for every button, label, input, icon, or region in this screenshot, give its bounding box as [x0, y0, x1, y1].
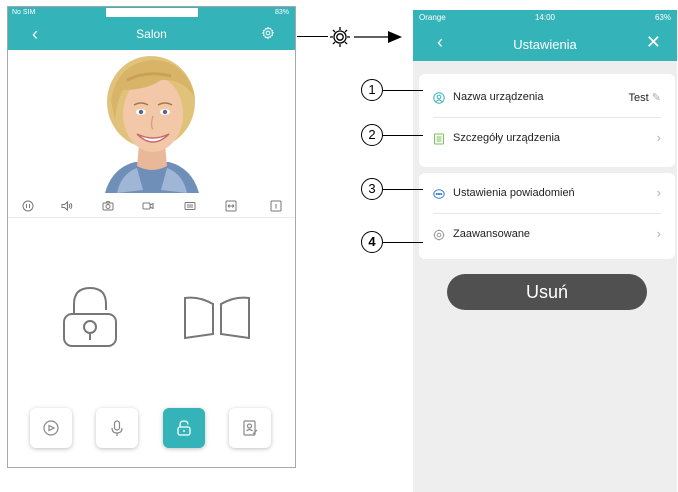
chevron-right-icon: › [656, 185, 661, 200]
pencil-icon: ✎ [651, 92, 661, 104]
resize-icon[interactable] [225, 200, 237, 212]
intercom-screen: No SIM 83% ‹ Salon [7, 6, 296, 468]
video-toolbar [8, 196, 295, 218]
document-icon [434, 133, 444, 145]
speaker-icon[interactable] [61, 200, 73, 212]
page-title: Salon [136, 27, 167, 41]
settings-row-device-name[interactable]: Nazwa urządzenia Test ✎ [419, 79, 675, 117]
contact-edit-icon [243, 420, 258, 436]
battery-label: 83% [274, 9, 289, 16]
callout-line [383, 135, 423, 136]
chevron-right-icon: › [656, 226, 661, 241]
gate-icon[interactable] [183, 294, 251, 342]
lock-open-icon [177, 420, 191, 436]
settings-row-notifications[interactable]: Ustawienia powiadomień › [419, 175, 675, 213]
status-bar: No SIM 83% [8, 7, 295, 19]
arrow-right-icon [354, 31, 402, 43]
contact-edit-button[interactable] [229, 408, 271, 448]
unlock-icon[interactable] [60, 284, 120, 348]
pause-icon[interactable] [22, 200, 34, 212]
unlock-button[interactable] [163, 408, 205, 448]
row-label: Zaawansowane [453, 228, 531, 240]
video-feed[interactable] [8, 50, 295, 193]
microphone-icon [111, 420, 123, 436]
status-bar: Orange 14:00 63% [413, 10, 677, 26]
settings-gear-icon [330, 27, 350, 47]
device-card: Nazwa urządzenia Test ✎ Szczegóły urządz… [419, 74, 675, 167]
view-button[interactable] [30, 408, 72, 448]
clock-label: 14:00 [534, 13, 556, 22]
battery-label: 63% [654, 13, 671, 22]
film-icon[interactable] [184, 200, 196, 212]
eye-icon [43, 420, 59, 436]
visitor-photo [86, 50, 217, 193]
divider [433, 213, 661, 214]
nav-bar: ‹ Ustawienia ✕ [413, 26, 677, 61]
callout-line [383, 189, 423, 190]
gear-icon[interactable] [261, 26, 275, 40]
close-icon[interactable]: ✕ [646, 32, 661, 53]
camera-icon[interactable] [102, 200, 114, 212]
page-title: Ustawienia [513, 37, 577, 52]
person-icon [433, 92, 445, 104]
settings-row-advanced[interactable]: Zaawansowane › [419, 216, 675, 254]
divider [433, 117, 661, 118]
callout-2: 2 [361, 124, 383, 146]
row-label: Nazwa urządzenia [453, 91, 544, 103]
callout-4: 4 [361, 231, 383, 253]
info-icon[interactable] [270, 200, 282, 212]
chat-bubble-icon [433, 189, 445, 199]
callout-1: 1 [361, 79, 383, 101]
delete-button[interactable]: Usuń [447, 274, 647, 310]
microphone-button[interactable] [96, 408, 138, 448]
action-bar [8, 408, 295, 448]
carrier-label: No SIM [12, 9, 36, 16]
settings-screen: Orange 14:00 63% ‹ Ustawienia ✕ Nazwa ur… [413, 10, 677, 492]
video-record-icon[interactable] [142, 200, 154, 212]
status-blank [106, 8, 198, 17]
callout-3: 3 [361, 178, 383, 200]
callout-line [383, 242, 423, 243]
row-label: Ustawienia powiadomień [453, 187, 575, 199]
preferences-card: Ustawienia powiadomień › Zaawansowane › [419, 173, 675, 259]
row-label: Szczegóły urządzenia [453, 132, 561, 144]
callout-line [383, 90, 423, 91]
settings-row-device-details[interactable]: Szczegóły urządzenia › [419, 120, 675, 158]
connector-line [297, 36, 328, 37]
chevron-right-icon: › [656, 130, 661, 145]
nav-bar: ‹ Salon [8, 19, 295, 50]
device-name-value: Test ✎ [628, 92, 661, 104]
gear-icon [433, 229, 445, 241]
